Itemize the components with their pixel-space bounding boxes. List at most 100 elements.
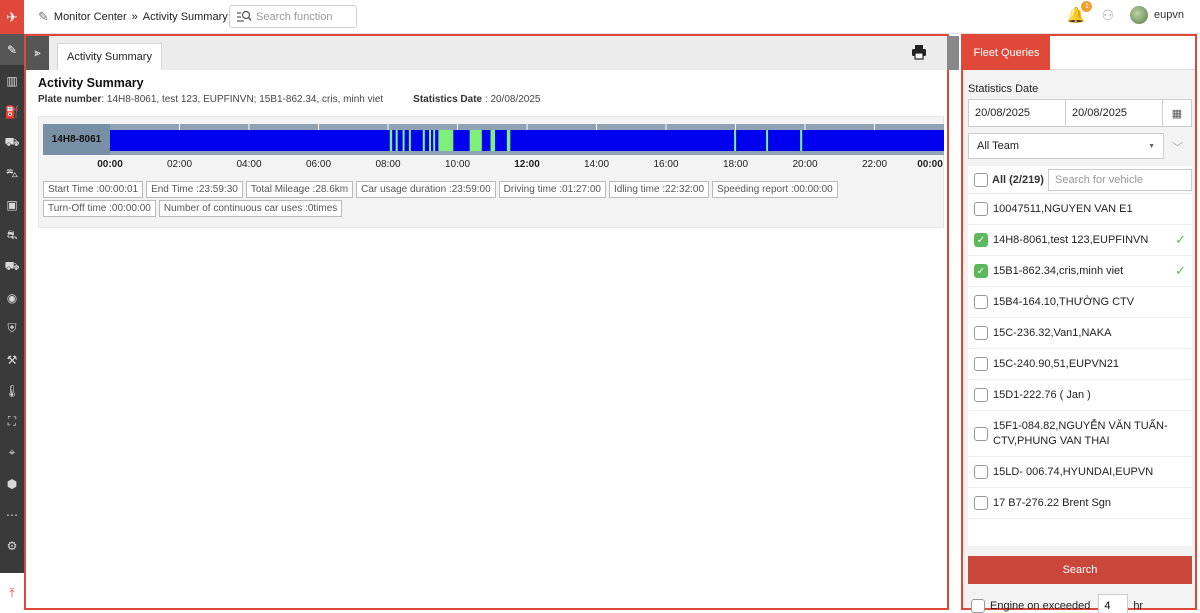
nav-driver-icon[interactable]: ⛐ <box>0 220 24 251</box>
vehicle-list-item[interactable]: 15C-240.90,51,EUPVN21 <box>968 349 1192 380</box>
driving-segment[interactable] <box>490 130 496 151</box>
driving-segment[interactable] <box>734 130 737 151</box>
username[interactable]: eupvn <box>1154 9 1184 21</box>
vehicle-checkbox[interactable] <box>974 465 988 479</box>
driving-segment[interactable] <box>429 130 432 151</box>
team-select[interactable]: All Team ▼ <box>968 133 1164 159</box>
nav-settings-icon[interactable]: ⚙ <box>0 530 24 561</box>
driving-segment[interactable] <box>402 130 405 151</box>
people-icon[interactable]: ⚇ <box>1101 7 1114 24</box>
avatar[interactable] <box>1130 6 1149 24</box>
timeline-track[interactable] <box>110 124 944 155</box>
logo-icon[interactable]: ✈ <box>0 0 24 34</box>
checkmark-icon: ✓ <box>1175 263 1186 278</box>
bell-icon[interactable]: 🔔 1 <box>1067 1 1093 24</box>
vehicle-checkbox[interactable] <box>974 388 988 402</box>
vehicle-checkbox[interactable]: ✓ <box>974 233 988 247</box>
panel-stat-date-label: Statistics Date <box>968 83 1039 95</box>
vehicle-label: 15B4-164.10,THƯỜNG CTV <box>993 295 1135 308</box>
stat-value: 0times <box>307 203 338 214</box>
vehicle-checkbox[interactable] <box>974 426 988 441</box>
nav-more-icon[interactable]: ⋯ <box>0 499 24 530</box>
nav-location-icon[interactable]: ⌖ <box>0 437 24 468</box>
chevron-down-icon[interactable]: ﹀ <box>1172 139 1183 155</box>
vehicle-list-item[interactable]: 15B4-164.10,THƯỜNG CTV <box>968 287 1192 318</box>
stat-item: End Time :23:59:30 <box>146 181 243 198</box>
function-search <box>229 5 357 28</box>
calendar-icon[interactable]: ▦ <box>1163 100 1191 126</box>
stat-value: 01:27:00 <box>562 184 601 195</box>
vehicle-list-item[interactable]: 15F1-084.82,NGUYỄN VĂN TUẤN-CTV,PHUNG VA… <box>968 411 1192 457</box>
breadcrumb-current: Activity Summary <box>142 11 228 23</box>
breadcrumb-root[interactable]: Monitor Center <box>54 11 127 23</box>
driving-segment[interactable] <box>506 130 511 151</box>
scroll-top-icon[interactable]: ⤒ <box>0 573 24 613</box>
summary-meta: Plate number: 14H8-8061, test 123, EUPFI… <box>38 94 944 105</box>
stat-value: 28.6km <box>315 184 349 195</box>
vehicle-list-item[interactable]: 10047511,NGUYEN VAN E1 <box>968 194 1192 225</box>
date-from-input[interactable] <box>969 100 1066 126</box>
vehicle-list-item[interactable]: ✓ 14H8-8061,test 123,EUPFINVN ✓ <box>968 225 1192 256</box>
stat-item: Number of continuous car uses :0times <box>158 200 343 217</box>
nav-security-icon[interactable]: ⬢ <box>0 468 24 499</box>
vehicle-checkbox[interactable] <box>974 496 988 510</box>
stat-date-info: Statistics Date : 20/08/2025 <box>413 94 541 105</box>
nav-shield-icon[interactable]: ⛨ <box>0 313 24 344</box>
vehicle-list-item[interactable]: 15C-236.32,Van1,NAKA <box>968 318 1192 349</box>
vehicle-label: 15D1-222.76 ( Jan ) <box>993 388 1091 401</box>
collapse-right-handle[interactable] <box>947 36 959 70</box>
nav-fuel-report-icon[interactable]: ⛟ <box>0 127 24 158</box>
nav-route-icon[interactable]: ⛶ <box>0 406 24 437</box>
stat-label: Total Mileage <box>250 184 310 195</box>
nav-fuel-icon[interactable]: ⛽ <box>0 96 24 127</box>
driving-segment[interactable] <box>395 130 398 151</box>
driving-segment[interactable] <box>408 130 411 151</box>
vehicle-list-item[interactable]: 17 B7-276.22 Brent Sgn <box>968 488 1192 519</box>
driving-segment[interactable] <box>389 130 393 151</box>
vehicle-search-input[interactable] <box>1048 168 1192 191</box>
collapse-left-icon[interactable]: ⫸ <box>26 36 49 70</box>
nav-truck-icon[interactable]: ⛟ <box>0 251 24 282</box>
nav-vehicle-icon[interactable]: ⛍ <box>0 158 24 189</box>
user-menu[interactable]: eupvn <box>1130 6 1184 24</box>
stat-item: Start Time :00:00:01 <box>43 181 144 198</box>
vehicle-list[interactable]: All (2/219) 10047511,NGUYEN VAN E1 ✓ 14H8-… <box>968 166 1192 546</box>
driving-segment[interactable] <box>422 130 425 151</box>
fleet-queries-panel: Fleet Queries Statistics Date ▦ All Team… <box>961 34 1197 613</box>
print-icon[interactable] <box>911 44 927 60</box>
nav-thermometer-icon[interactable]: 🌡 <box>0 375 24 406</box>
vehicle-list-item[interactable]: 15D1-222.76 ( Jan ) <box>968 380 1192 411</box>
vehicle-checkbox[interactable] <box>974 357 988 371</box>
vehicle-checkbox[interactable] <box>974 295 988 309</box>
driving-segment[interactable] <box>766 130 769 151</box>
driving-segment[interactable] <box>438 130 454 151</box>
nav-speed-icon[interactable]: ◉ <box>0 282 24 313</box>
vehicle-list-item[interactable]: 15LD- 006.74,HYUNDAI,EUPVN <box>968 457 1192 488</box>
search-button[interactable]: Search <box>968 556 1192 584</box>
nav-maintenance-icon[interactable]: ⚒ <box>0 344 24 375</box>
driving-segment[interactable] <box>433 130 436 151</box>
engine-exceeded-checkbox[interactable] <box>971 599 985 613</box>
driving-segment[interactable] <box>800 130 803 151</box>
stat-item: Speeding report :00:00:00 <box>712 181 838 198</box>
select-all-checkbox[interactable] <box>974 172 988 187</box>
tab-fleet-queries[interactable]: Fleet Queries <box>963 36 1050 70</box>
timeline-plate-label: 14H8-8061 <box>43 124 110 155</box>
pin-icon: ✎ <box>38 9 49 24</box>
vehicle-checkbox[interactable] <box>974 326 988 340</box>
nav-chart-icon[interactable]: ▥ <box>0 65 24 96</box>
tab-activity-summary[interactable]: Activity Summary <box>57 43 162 70</box>
vehicle-checkbox[interactable]: ✓ <box>974 264 988 278</box>
driving-segment[interactable] <box>469 130 482 151</box>
date-to-input[interactable] <box>1066 100 1163 126</box>
vehicle-label: 15C-236.32,Van1,NAKA <box>993 326 1112 339</box>
nav-monitor-icon[interactable]: ✎ <box>0 34 24 65</box>
stat-label: Driving time <box>503 184 557 195</box>
vehicle-checkbox[interactable] <box>974 202 988 216</box>
nav-briefcase-icon[interactable]: ▣ <box>0 189 24 220</box>
engine-hours-input[interactable] <box>1098 594 1129 613</box>
stat-item: Total Mileage :28.6km <box>245 181 354 198</box>
stat-date-label: Statistics Date <box>413 94 483 105</box>
function-search-input[interactable] <box>256 10 352 23</box>
vehicle-list-item[interactable]: ✓ 15B1-862.34,cris,minh viet ✓ <box>968 256 1192 287</box>
